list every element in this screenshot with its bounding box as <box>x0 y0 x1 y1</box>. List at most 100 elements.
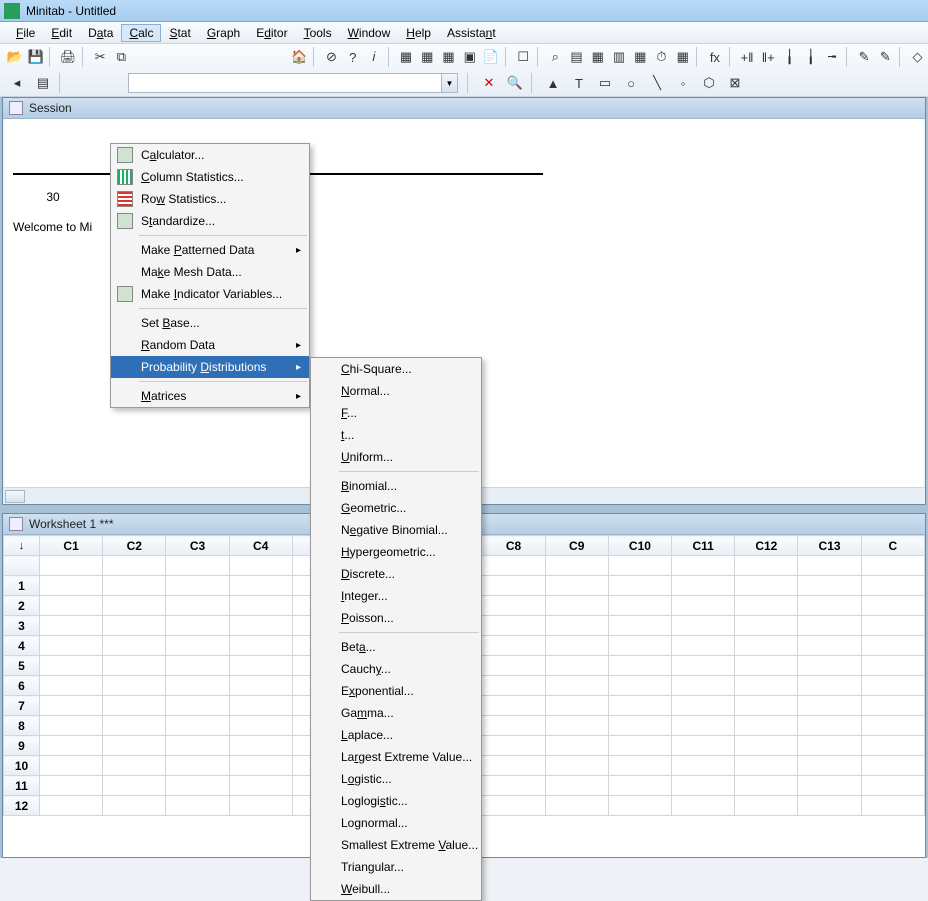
cell[interactable] <box>798 696 861 716</box>
cell[interactable] <box>229 596 292 616</box>
cell[interactable] <box>861 576 924 596</box>
cell[interactable] <box>229 556 292 576</box>
cell[interactable] <box>672 576 735 596</box>
menu-editor[interactable]: Editor <box>248 24 295 42</box>
cell[interactable] <box>40 656 103 676</box>
column-header[interactable]: C3 <box>166 536 229 556</box>
menu-tools[interactable]: Tools <box>296 24 340 42</box>
rect-icon[interactable]: ▭ <box>593 72 617 94</box>
row-header[interactable]: 9 <box>4 736 40 756</box>
cell[interactable] <box>798 716 861 736</box>
menu-item[interactable]: Geometric... <box>311 497 481 519</box>
cell[interactable] <box>735 616 798 636</box>
cell[interactable] <box>735 756 798 776</box>
menu-calc[interactable]: Calc <box>121 24 161 42</box>
cell[interactable] <box>40 776 103 796</box>
menu-edit[interactable]: Edit <box>43 24 80 42</box>
cell[interactable] <box>608 676 671 696</box>
menu-item[interactable]: Make Indicator Variables... <box>111 283 309 305</box>
cell[interactable] <box>482 736 545 756</box>
row-header[interactable]: 5 <box>4 656 40 676</box>
cell[interactable] <box>229 736 292 756</box>
menu-stat[interactable]: Stat <box>161 24 198 42</box>
tb-icon[interactable]: ⏱ <box>652 46 671 68</box>
cell[interactable] <box>166 676 229 696</box>
cell[interactable] <box>545 576 608 596</box>
cell[interactable] <box>40 616 103 636</box>
poly-icon[interactable]: ◦ <box>671 72 695 94</box>
menu-item[interactable]: Smallest Extreme Value... <box>311 834 481 856</box>
cell[interactable] <box>672 796 735 816</box>
tb-icon[interactable]: +‖ <box>737 46 756 68</box>
row-header[interactable]: 4 <box>4 636 40 656</box>
column-header[interactable]: C4 <box>229 536 292 556</box>
cell[interactable] <box>861 616 924 636</box>
tb-icon[interactable]: ☐ <box>514 46 533 68</box>
cell[interactable] <box>672 736 735 756</box>
cell[interactable] <box>166 616 229 636</box>
cell[interactable] <box>861 776 924 796</box>
row-header[interactable]: 10 <box>4 756 40 776</box>
copy-icon[interactable]: ⧉ <box>112 46 131 68</box>
cell[interactable] <box>672 676 735 696</box>
cell[interactable] <box>103 736 166 756</box>
cell[interactable] <box>608 616 671 636</box>
cell[interactable] <box>103 776 166 796</box>
cell[interactable] <box>229 796 292 816</box>
cell[interactable] <box>545 616 608 636</box>
tb-icon[interactable]: ▦ <box>439 46 458 68</box>
cell[interactable] <box>545 636 608 656</box>
cell[interactable] <box>40 556 103 576</box>
tb-icon[interactable]: fx <box>705 46 724 68</box>
cell[interactable] <box>103 616 166 636</box>
tb-icon[interactable]: ╽ <box>801 46 820 68</box>
cell[interactable] <box>608 796 671 816</box>
cell[interactable] <box>166 696 229 716</box>
cell[interactable] <box>229 676 292 696</box>
cell[interactable] <box>672 596 735 616</box>
cell[interactable] <box>229 756 292 776</box>
cancel-icon[interactable]: ⊘ <box>322 46 341 68</box>
cell[interactable] <box>166 636 229 656</box>
cell[interactable] <box>798 756 861 776</box>
cell[interactable] <box>735 636 798 656</box>
tb-icon[interactable]: ▦ <box>418 46 437 68</box>
menu-item[interactable]: Gamma... <box>311 702 481 724</box>
cell[interactable] <box>40 636 103 656</box>
session-titlebar[interactable]: Session <box>3 98 925 119</box>
tb-icon[interactable]: ▦ <box>588 46 607 68</box>
menu-item[interactable]: Standardize... <box>111 210 309 232</box>
cell[interactable] <box>103 676 166 696</box>
tb-icon[interactable]: ‖+ <box>759 46 778 68</box>
cell[interactable] <box>798 576 861 596</box>
column-header[interactable]: C10 <box>608 536 671 556</box>
menu-item[interactable]: Set Base... <box>111 312 309 334</box>
tb-icon[interactable]: ◇ <box>908 46 927 68</box>
combo-box[interactable]: ▼ <box>128 73 458 93</box>
menu-item[interactable]: Negative Binomial... <box>311 519 481 541</box>
open-icon[interactable]: 📂 <box>5 46 24 68</box>
cell[interactable] <box>735 716 798 736</box>
print-icon[interactable]: 🖨 <box>58 46 77 68</box>
menu-window[interactable]: Window <box>340 24 399 42</box>
row-header[interactable]: 1 <box>4 576 40 596</box>
tb-icon[interactable]: ╽ <box>780 46 799 68</box>
cell[interactable] <box>166 656 229 676</box>
cell[interactable] <box>482 796 545 816</box>
cell[interactable] <box>40 796 103 816</box>
cell[interactable] <box>545 796 608 816</box>
cell[interactable] <box>861 656 924 676</box>
cell[interactable] <box>798 636 861 656</box>
cell[interactable] <box>735 556 798 576</box>
cell[interactable] <box>798 796 861 816</box>
cell[interactable] <box>735 696 798 716</box>
text-icon[interactable]: T <box>567 72 591 94</box>
cell[interactable] <box>798 776 861 796</box>
cell[interactable] <box>735 796 798 816</box>
cell[interactable] <box>798 656 861 676</box>
tb-icon[interactable]: ▥ <box>609 46 628 68</box>
menu-item[interactable]: Chi-Square... <box>311 358 481 380</box>
menu-item[interactable]: Matrices <box>111 385 309 407</box>
cell[interactable] <box>861 596 924 616</box>
cell[interactable] <box>103 576 166 596</box>
